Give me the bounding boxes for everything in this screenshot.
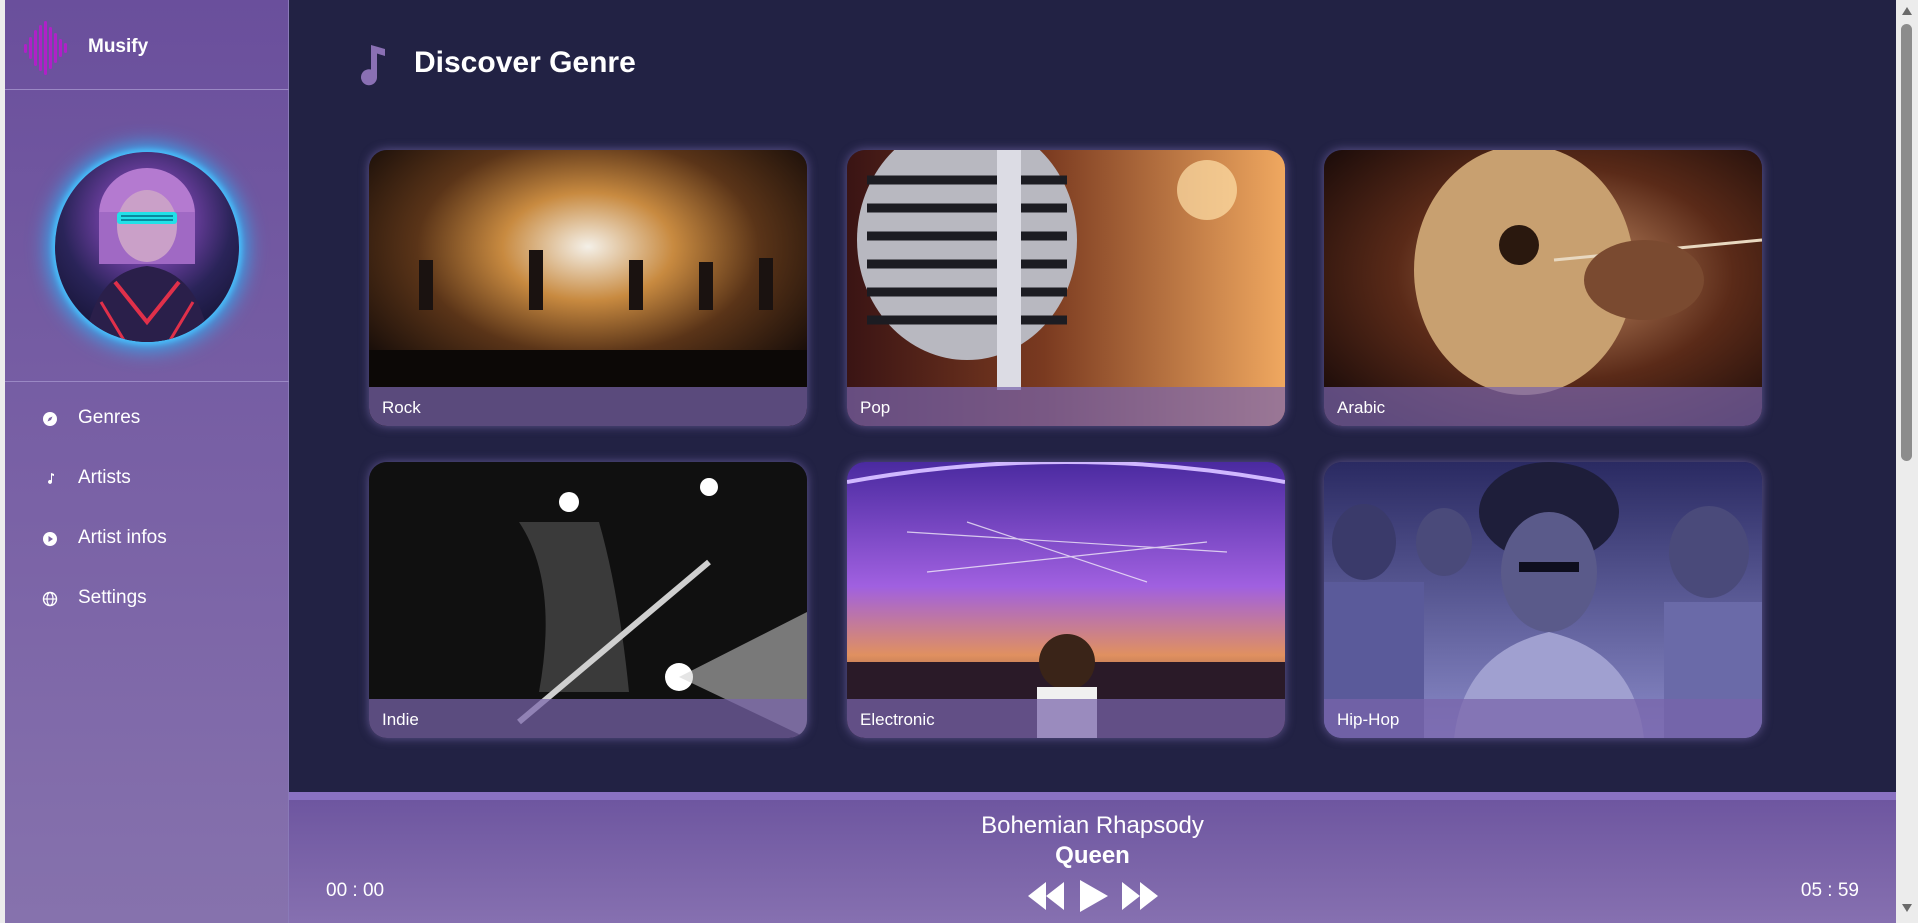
current-time: 00 : 00 xyxy=(326,880,385,901)
player-bar: Bohemian Rhapsody Queen 00 : 00 05 : 59 xyxy=(289,792,1896,923)
scrollbar-thumb[interactable] xyxy=(1901,24,1912,461)
sidebar-item-label: Settings xyxy=(78,587,147,608)
genre-image-arabic xyxy=(1324,150,1762,426)
sidebar-item-genres[interactable]: Genres xyxy=(5,395,289,443)
genre-image-electronic xyxy=(847,462,1285,738)
avatar[interactable] xyxy=(55,152,239,342)
genre-image-indie xyxy=(369,462,807,738)
brand[interactable]: Musify xyxy=(5,0,289,90)
sidebar-item-label: Artists xyxy=(78,467,131,488)
track-title: Bohemian Rhapsody xyxy=(981,812,1204,839)
genre-card-hip-hop[interactable]: Hip-Hop xyxy=(1324,462,1762,738)
genre-label-bar: Arabic xyxy=(1324,387,1762,426)
scroll-up-arrow-icon[interactable] xyxy=(1901,6,1913,16)
sidebar-item-settings[interactable]: Settings xyxy=(5,575,289,623)
fast-forward-icon[interactable] xyxy=(1120,876,1160,916)
genre-label: Arabic xyxy=(1337,398,1386,417)
genre-label-bar: Indie xyxy=(369,699,807,738)
app-window: Musify Genres Artists Artist infos Setti… xyxy=(5,0,1896,923)
genre-label: Hip-Hop xyxy=(1337,710,1400,729)
avatar-illustration xyxy=(85,168,209,342)
genre-card-indie[interactable]: Indie xyxy=(369,462,807,738)
genre-card-pop[interactable]: Pop xyxy=(847,150,1285,426)
total-time: 05 : 59 xyxy=(1800,880,1859,901)
play-icon[interactable] xyxy=(1076,876,1110,916)
genre-label: Electronic xyxy=(860,710,935,729)
app-name: Musify xyxy=(88,36,149,57)
music-note-icon xyxy=(48,473,54,484)
genre-label-bar: Electronic xyxy=(847,699,1285,738)
genre-image-rock xyxy=(369,150,807,426)
genre-label-bar: Hip-Hop xyxy=(1324,699,1762,738)
musify-logo-icon xyxy=(24,21,67,75)
rewind-icon[interactable] xyxy=(1026,876,1066,916)
page-title: Discover Genre xyxy=(414,46,636,79)
genre-card-arabic[interactable]: Arabic xyxy=(1324,150,1762,426)
genre-label-bar: Rock xyxy=(369,387,807,426)
genre-label: Indie xyxy=(382,710,419,729)
avatar-image xyxy=(55,152,239,342)
scroll-down-arrow-icon[interactable] xyxy=(1901,903,1913,913)
sidebar: Musify Genres Artists Artist infos Setti… xyxy=(5,0,289,923)
genre-image-hip-hop xyxy=(1324,462,1762,738)
globe-icon xyxy=(42,591,58,607)
track-artist: Queen xyxy=(1055,842,1130,869)
genre-image-pop xyxy=(847,150,1285,426)
genre-label: Rock xyxy=(382,398,421,417)
vertical-scrollbar[interactable] xyxy=(1896,0,1918,923)
genre-label: Pop xyxy=(860,398,891,417)
genre-card-electronic[interactable]: Electronic xyxy=(847,462,1285,738)
music-note-icon xyxy=(361,45,385,86)
sidebar-nav: Genres Artists Artist infos Settings xyxy=(5,381,289,608)
genre-label-bar: Pop xyxy=(847,387,1285,426)
compass-icon xyxy=(43,412,57,426)
sidebar-item-label: Artist infos xyxy=(78,527,167,548)
sidebar-item-artists[interactable]: Artists xyxy=(5,455,289,503)
play-circle-icon xyxy=(43,532,57,546)
main-content: Discover Genre Rock Pop Arabic Indie Ele… xyxy=(289,0,1896,792)
genre-card-rock[interactable]: Rock xyxy=(369,150,807,426)
sidebar-item-label: Genres xyxy=(78,407,141,428)
sidebar-item-artist-infos[interactable]: Artist infos xyxy=(5,515,289,563)
